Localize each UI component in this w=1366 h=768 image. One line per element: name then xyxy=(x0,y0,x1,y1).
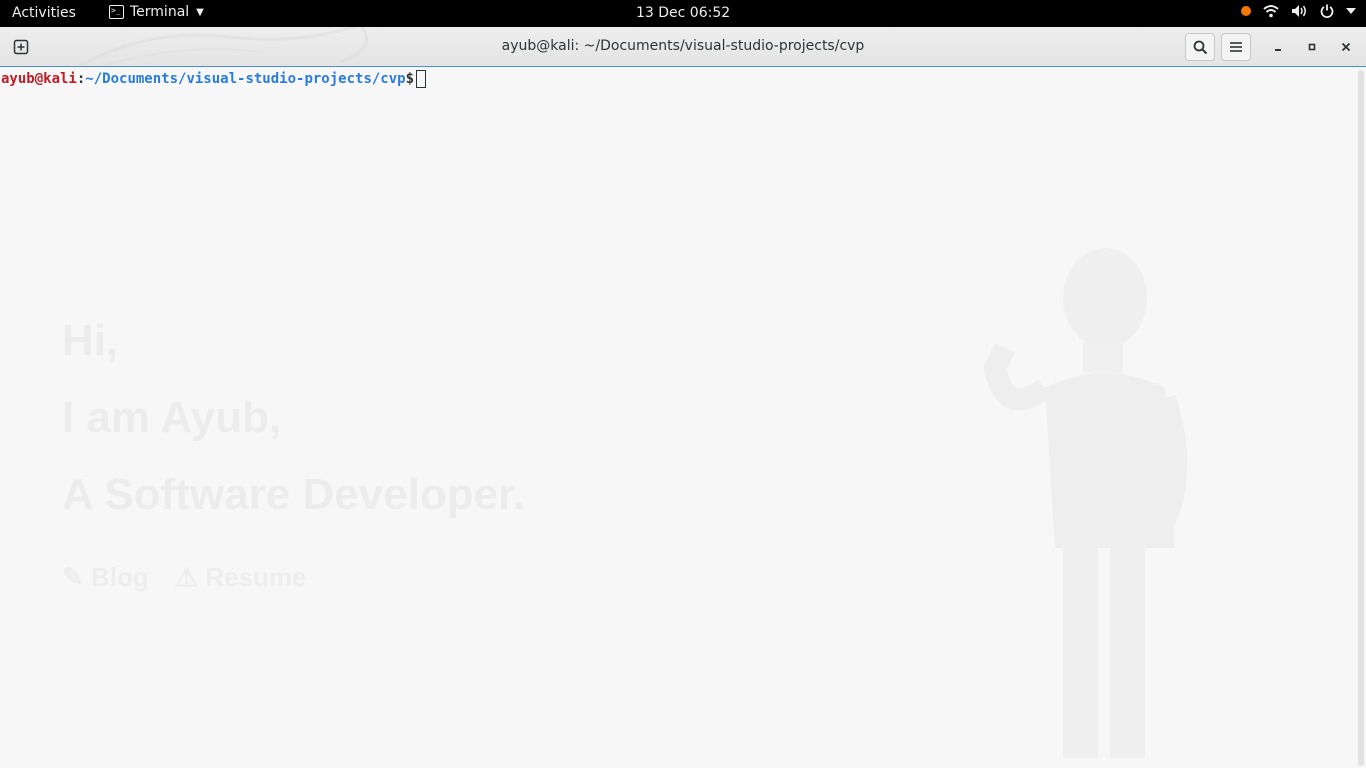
search-icon xyxy=(1193,40,1207,54)
close-icon xyxy=(1341,42,1351,52)
header-bar[interactable]: ayub@kali: ~/Documents/visual-studio-pro… xyxy=(0,27,1366,67)
hamburger-menu-button[interactable] xyxy=(1221,33,1251,61)
maximize-icon xyxy=(1308,43,1316,51)
app-menu[interactable]: >_ Terminal ▼ xyxy=(109,4,204,20)
terminal-window: ayub@kali: ~/Documents/visual-studio-pro… xyxy=(0,27,1366,768)
app-menu-label: Terminal xyxy=(130,4,190,20)
avatar-illustration xyxy=(983,248,1188,758)
text-cursor xyxy=(416,70,427,88)
system-tray[interactable] xyxy=(1241,4,1356,18)
clock[interactable]: 13 Dec 06:52 xyxy=(636,5,730,21)
terminal-output[interactable]: Hi, I am Ayub, A Software Developer. ✎ B… xyxy=(0,68,1356,768)
close-button[interactable] xyxy=(1333,33,1359,61)
hero-name: I am Ayub, xyxy=(62,393,282,442)
scrollbar-thumb[interactable] xyxy=(1358,70,1364,766)
wifi-icon xyxy=(1263,5,1279,18)
resume-link: ⚠ Resume xyxy=(174,562,307,592)
terminal-app-icon: >_ xyxy=(109,5,124,19)
activities-button[interactable]: Activities xyxy=(12,5,76,21)
power-icon xyxy=(1320,4,1334,18)
top-bar: Activities >_ Terminal ▼ 13 Dec 06:52 xyxy=(0,0,1366,27)
chevron-down-icon xyxy=(1346,8,1356,14)
minimize-button[interactable] xyxy=(1265,33,1291,61)
prompt-path: ~/Documents/visual-studio-projects/cvp xyxy=(85,71,406,87)
hero-role: A Software Developer. xyxy=(62,470,525,519)
maximize-button[interactable] xyxy=(1299,33,1325,61)
background-page: Hi, I am Ayub, A Software Developer. ✎ B… xyxy=(0,68,1356,768)
prompt-user: ayub@kali xyxy=(1,71,77,87)
hero-greeting: Hi, xyxy=(62,316,119,365)
recording-indicator-icon xyxy=(1241,6,1251,16)
hamburger-icon xyxy=(1230,42,1242,52)
prompt-line: ayub@kali:~/Documents/visual-studio-proj… xyxy=(1,70,427,88)
window-title: ayub@kali: ~/Documents/visual-studio-pro… xyxy=(501,38,865,54)
blog-link: ✎ Blog xyxy=(62,562,149,592)
chevron-down-icon: ▼ xyxy=(196,6,204,18)
prompt-symbol: $ xyxy=(405,71,415,87)
hero-links: ✎ Blog ⚠ Resume xyxy=(62,562,306,593)
scrollbar[interactable] xyxy=(1356,68,1366,768)
search-button[interactable] xyxy=(1185,33,1215,61)
minimize-icon xyxy=(1275,49,1281,51)
volume-icon xyxy=(1292,5,1306,17)
